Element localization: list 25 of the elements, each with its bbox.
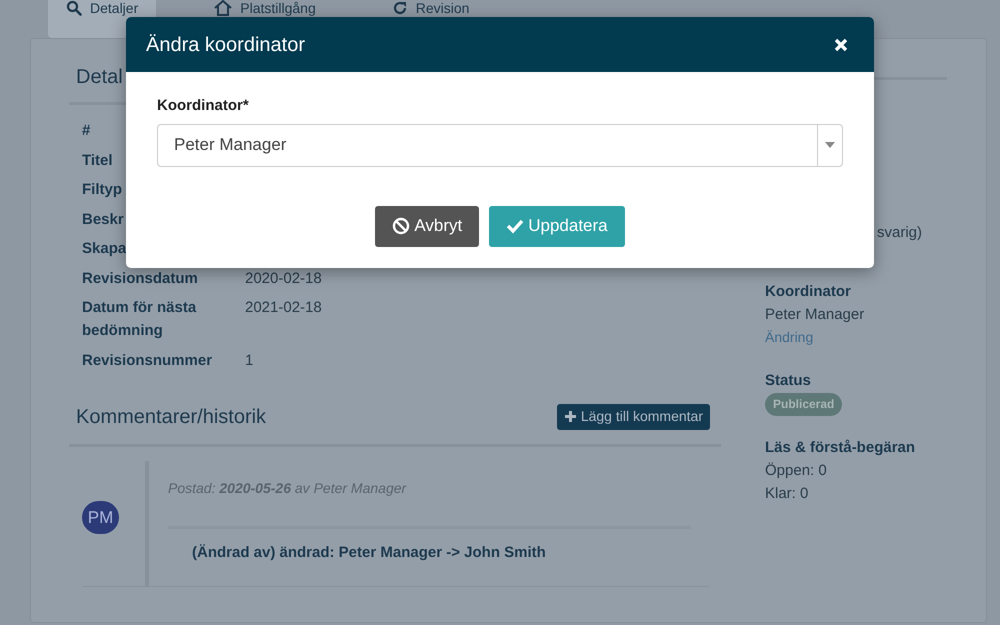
avatar: PM [82, 500, 119, 534]
field-value: Öppen: 0 [765, 461, 828, 481]
field-label: Revisionsdatum [82, 270, 198, 286]
field-label: Skapa [82, 240, 126, 257]
field-value: svarig) [877, 223, 922, 243]
section-heading: Läs & förstå-begäran [765, 438, 916, 458]
field-label: # [82, 122, 90, 139]
field-value: 1 [245, 350, 254, 370]
section-heading: Kommentarer/historik [76, 404, 266, 430]
field-label: Datum för nästa bedömning [82, 299, 196, 339]
field-label: Titel [82, 152, 113, 168]
field-label: Koordinator* [157, 96, 250, 116]
section-heading: Detal [76, 66, 123, 88]
field-label: Filtyp [82, 181, 122, 198]
field-value: Peter Manager [765, 305, 866, 325]
field-label: Revisionsnummer [82, 352, 212, 368]
field-value: 2020-02-18 [245, 268, 322, 288]
field-value: Klar: 0 [765, 484, 810, 504]
section-heading: Status [765, 371, 812, 391]
comment-meta: Postad: 2020-05-26 av Peter Manager [168, 478, 408, 498]
comment-text: (Ändrad av) ändrad: Peter Manager -> John Smith [192, 544, 546, 560]
section-heading: Koordinator [765, 282, 852, 302]
field-label: Beskr [82, 210, 124, 228]
status-badge: Publicerad [765, 393, 842, 416]
field-value: 2021-02-18 [245, 298, 322, 318]
